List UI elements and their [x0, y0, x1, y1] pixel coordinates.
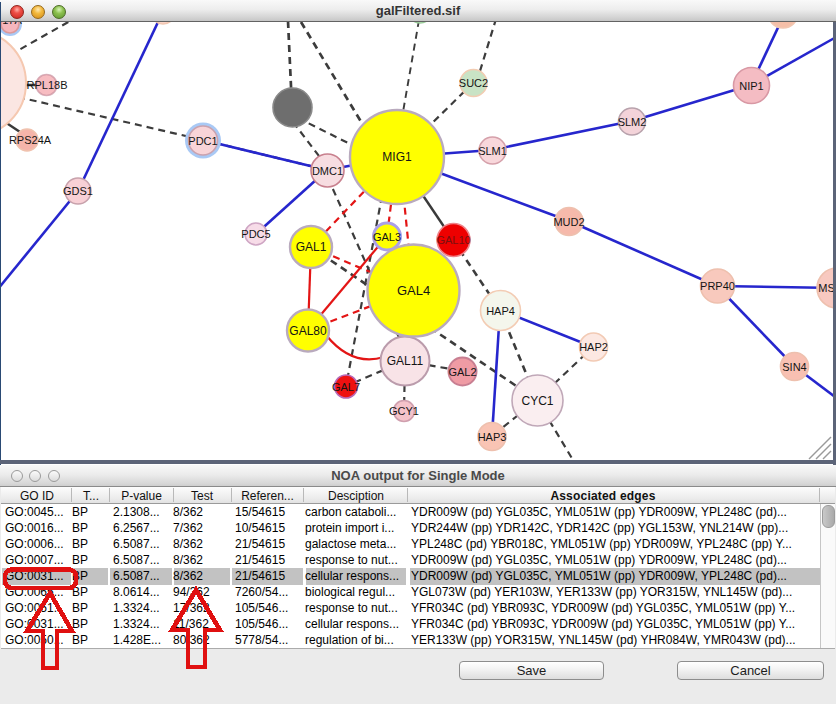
svg-text:GAL1: GAL1 — [296, 240, 327, 254]
svg-text:RPS24A: RPS24A — [9, 134, 52, 146]
svg-text:GAL3: GAL3 — [373, 231, 401, 243]
svg-text:SLM2: SLM2 — [618, 116, 647, 128]
svg-text:GAL4: GAL4 — [397, 283, 430, 298]
svg-text:GCY1: GCY1 — [389, 405, 419, 417]
svg-text:GAL80: GAL80 — [289, 324, 327, 338]
svg-text:GAL7: GAL7 — [332, 381, 360, 393]
svg-text:RPL18B: RPL18B — [27, 79, 68, 91]
svg-text:PDC1: PDC1 — [188, 135, 217, 147]
svg-text:SUC2: SUC2 — [459, 77, 488, 89]
svg-text:CYC1: CYC1 — [521, 394, 553, 408]
svg-text:PDC5: PDC5 — [241, 228, 270, 240]
svg-text:MUD2: MUD2 — [553, 216, 584, 228]
svg-text:HAP2: HAP2 — [579, 341, 608, 353]
svg-text:PRP40: PRP40 — [700, 280, 735, 292]
svg-text:17A: 17A — [2, 22, 22, 26]
svg-text:GAL2: GAL2 — [448, 366, 476, 378]
svg-text:GDS1: GDS1 — [63, 185, 93, 197]
svg-text:NIP1: NIP1 — [739, 80, 763, 92]
svg-text:HAP4: HAP4 — [486, 305, 515, 317]
svg-text:GAL11: GAL11 — [387, 354, 424, 368]
svg-text:SIN4: SIN4 — [782, 361, 806, 373]
svg-text:SLM1: SLM1 — [478, 145, 507, 157]
svg-text:DMC1: DMC1 — [312, 165, 343, 177]
svg-text:MIG1: MIG1 — [382, 150, 412, 164]
svg-text:GAL10: GAL10 — [436, 234, 470, 246]
svg-text:HAP3: HAP3 — [478, 431, 507, 443]
